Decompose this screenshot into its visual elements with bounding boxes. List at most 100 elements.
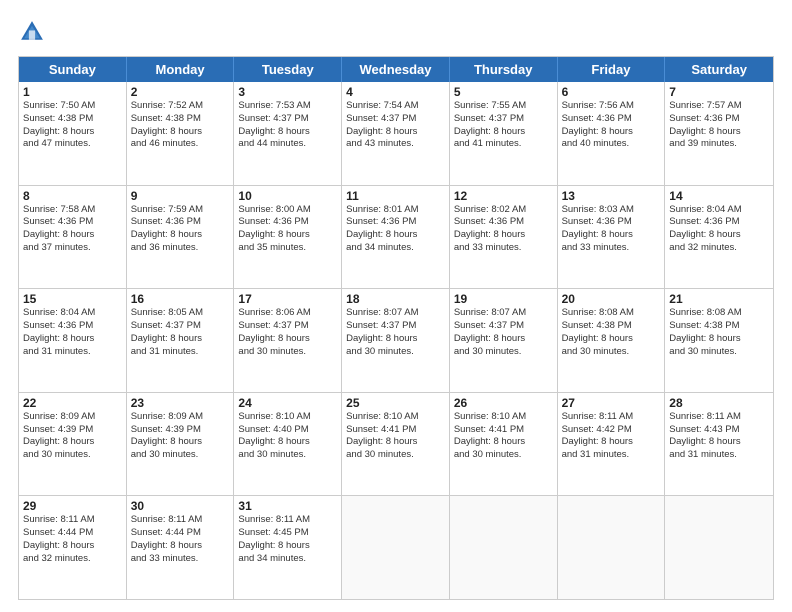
calendar-cell: 26Sunrise: 8:10 AMSunset: 4:41 PMDayligh… (450, 393, 558, 496)
cell-line: and 41 minutes. (454, 138, 553, 151)
cell-line: Sunset: 4:37 PM (346, 320, 445, 333)
cell-line: Sunrise: 8:04 AM (669, 204, 769, 217)
header (18, 18, 774, 46)
cell-line: and 40 minutes. (562, 138, 661, 151)
cell-line: Sunset: 4:44 PM (23, 527, 122, 540)
calendar-cell: 30Sunrise: 8:11 AMSunset: 4:44 PMDayligh… (127, 496, 235, 599)
cell-line: Sunset: 4:41 PM (454, 424, 553, 437)
logo (18, 18, 50, 46)
weekday-header: Wednesday (342, 57, 450, 82)
weekday-header: Friday (558, 57, 666, 82)
cell-line: Sunset: 4:37 PM (454, 320, 553, 333)
calendar-cell: 10Sunrise: 8:00 AMSunset: 4:36 PMDayligh… (234, 186, 342, 289)
day-number: 26 (454, 396, 553, 410)
cell-line: Sunrise: 8:06 AM (238, 307, 337, 320)
cell-line: Daylight: 8 hours (562, 436, 661, 449)
cell-line: Sunrise: 7:50 AM (23, 100, 122, 113)
cell-line: and 30 minutes. (454, 346, 553, 359)
day-number: 19 (454, 292, 553, 306)
calendar-cell: 24Sunrise: 8:10 AMSunset: 4:40 PMDayligh… (234, 393, 342, 496)
cell-line: and 35 minutes. (238, 242, 337, 255)
cell-line: Sunrise: 8:03 AM (562, 204, 661, 217)
calendar-cell (558, 496, 666, 599)
calendar-cell: 12Sunrise: 8:02 AMSunset: 4:36 PMDayligh… (450, 186, 558, 289)
cell-line: Sunrise: 8:08 AM (669, 307, 769, 320)
cell-line: Daylight: 8 hours (669, 229, 769, 242)
cell-line: and 30 minutes. (346, 449, 445, 462)
calendar-row: 8Sunrise: 7:58 AMSunset: 4:36 PMDaylight… (19, 186, 773, 290)
day-number: 9 (131, 189, 230, 203)
cell-line: Sunrise: 7:53 AM (238, 100, 337, 113)
calendar-cell (450, 496, 558, 599)
calendar-cell: 25Sunrise: 8:10 AMSunset: 4:41 PMDayligh… (342, 393, 450, 496)
calendar-cell (342, 496, 450, 599)
cell-line: Sunset: 4:36 PM (669, 216, 769, 229)
cell-line: Daylight: 8 hours (131, 333, 230, 346)
cell-line: Daylight: 8 hours (23, 540, 122, 553)
cell-line: Sunset: 4:37 PM (346, 113, 445, 126)
day-number: 28 (669, 396, 769, 410)
cell-line: and 30 minutes. (669, 346, 769, 359)
cell-line: Sunset: 4:36 PM (238, 216, 337, 229)
cell-line: Sunset: 4:43 PM (669, 424, 769, 437)
cell-line: and 39 minutes. (669, 138, 769, 151)
day-number: 29 (23, 499, 122, 513)
cell-line: Daylight: 8 hours (454, 333, 553, 346)
cell-line: Sunset: 4:45 PM (238, 527, 337, 540)
calendar-cell: 31Sunrise: 8:11 AMSunset: 4:45 PMDayligh… (234, 496, 342, 599)
cell-line: Daylight: 8 hours (346, 333, 445, 346)
cell-line: Sunrise: 7:59 AM (131, 204, 230, 217)
cell-line: Sunrise: 8:11 AM (131, 514, 230, 527)
calendar: SundayMondayTuesdayWednesdayThursdayFrid… (18, 56, 774, 600)
calendar-cell: 20Sunrise: 8:08 AMSunset: 4:38 PMDayligh… (558, 289, 666, 392)
calendar-row: 22Sunrise: 8:09 AMSunset: 4:39 PMDayligh… (19, 393, 773, 497)
day-number: 5 (454, 85, 553, 99)
day-number: 13 (562, 189, 661, 203)
cell-line: Sunrise: 8:11 AM (238, 514, 337, 527)
cell-line: Daylight: 8 hours (238, 436, 337, 449)
calendar-row: 1Sunrise: 7:50 AMSunset: 4:38 PMDaylight… (19, 82, 773, 186)
cell-line: Sunrise: 8:08 AM (562, 307, 661, 320)
cell-line: Sunset: 4:37 PM (131, 320, 230, 333)
cell-line: Daylight: 8 hours (23, 126, 122, 139)
cell-line: and 31 minutes. (23, 346, 122, 359)
cell-line: and 44 minutes. (238, 138, 337, 151)
calendar-cell: 29Sunrise: 8:11 AMSunset: 4:44 PMDayligh… (19, 496, 127, 599)
day-number: 17 (238, 292, 337, 306)
calendar-cell: 19Sunrise: 8:07 AMSunset: 4:37 PMDayligh… (450, 289, 558, 392)
cell-line: Daylight: 8 hours (454, 436, 553, 449)
calendar-cell: 18Sunrise: 8:07 AMSunset: 4:37 PMDayligh… (342, 289, 450, 392)
cell-line: and 30 minutes. (23, 449, 122, 462)
cell-line: Sunrise: 7:58 AM (23, 204, 122, 217)
cell-line: Daylight: 8 hours (454, 126, 553, 139)
cell-line: Sunset: 4:36 PM (346, 216, 445, 229)
calendar-cell: 23Sunrise: 8:09 AMSunset: 4:39 PMDayligh… (127, 393, 235, 496)
weekday-header: Monday (127, 57, 235, 82)
day-number: 21 (669, 292, 769, 306)
day-number: 30 (131, 499, 230, 513)
cell-line: Daylight: 8 hours (669, 126, 769, 139)
calendar-cell: 11Sunrise: 8:01 AMSunset: 4:36 PMDayligh… (342, 186, 450, 289)
cell-line: Daylight: 8 hours (669, 333, 769, 346)
cell-line: Daylight: 8 hours (23, 229, 122, 242)
cell-line: Sunset: 4:39 PM (23, 424, 122, 437)
cell-line: Sunset: 4:36 PM (23, 320, 122, 333)
cell-line: Sunset: 4:36 PM (562, 113, 661, 126)
cell-line: Sunrise: 7:55 AM (454, 100, 553, 113)
calendar-cell: 16Sunrise: 8:05 AMSunset: 4:37 PMDayligh… (127, 289, 235, 392)
cell-line: Sunset: 4:36 PM (454, 216, 553, 229)
calendar-cell: 2Sunrise: 7:52 AMSunset: 4:38 PMDaylight… (127, 82, 235, 185)
cell-line: and 30 minutes. (238, 346, 337, 359)
calendar-row: 29Sunrise: 8:11 AMSunset: 4:44 PMDayligh… (19, 496, 773, 599)
cell-line: and 33 minutes. (131, 553, 230, 566)
weekday-header: Thursday (450, 57, 558, 82)
calendar-cell: 28Sunrise: 8:11 AMSunset: 4:43 PMDayligh… (665, 393, 773, 496)
cell-line: Daylight: 8 hours (238, 333, 337, 346)
cell-line: Sunset: 4:36 PM (131, 216, 230, 229)
cell-line: Sunset: 4:37 PM (454, 113, 553, 126)
day-number: 1 (23, 85, 122, 99)
cell-line: Sunrise: 7:57 AM (669, 100, 769, 113)
cell-line: Daylight: 8 hours (238, 540, 337, 553)
cell-line: Daylight: 8 hours (23, 333, 122, 346)
calendar-cell: 3Sunrise: 7:53 AMSunset: 4:37 PMDaylight… (234, 82, 342, 185)
